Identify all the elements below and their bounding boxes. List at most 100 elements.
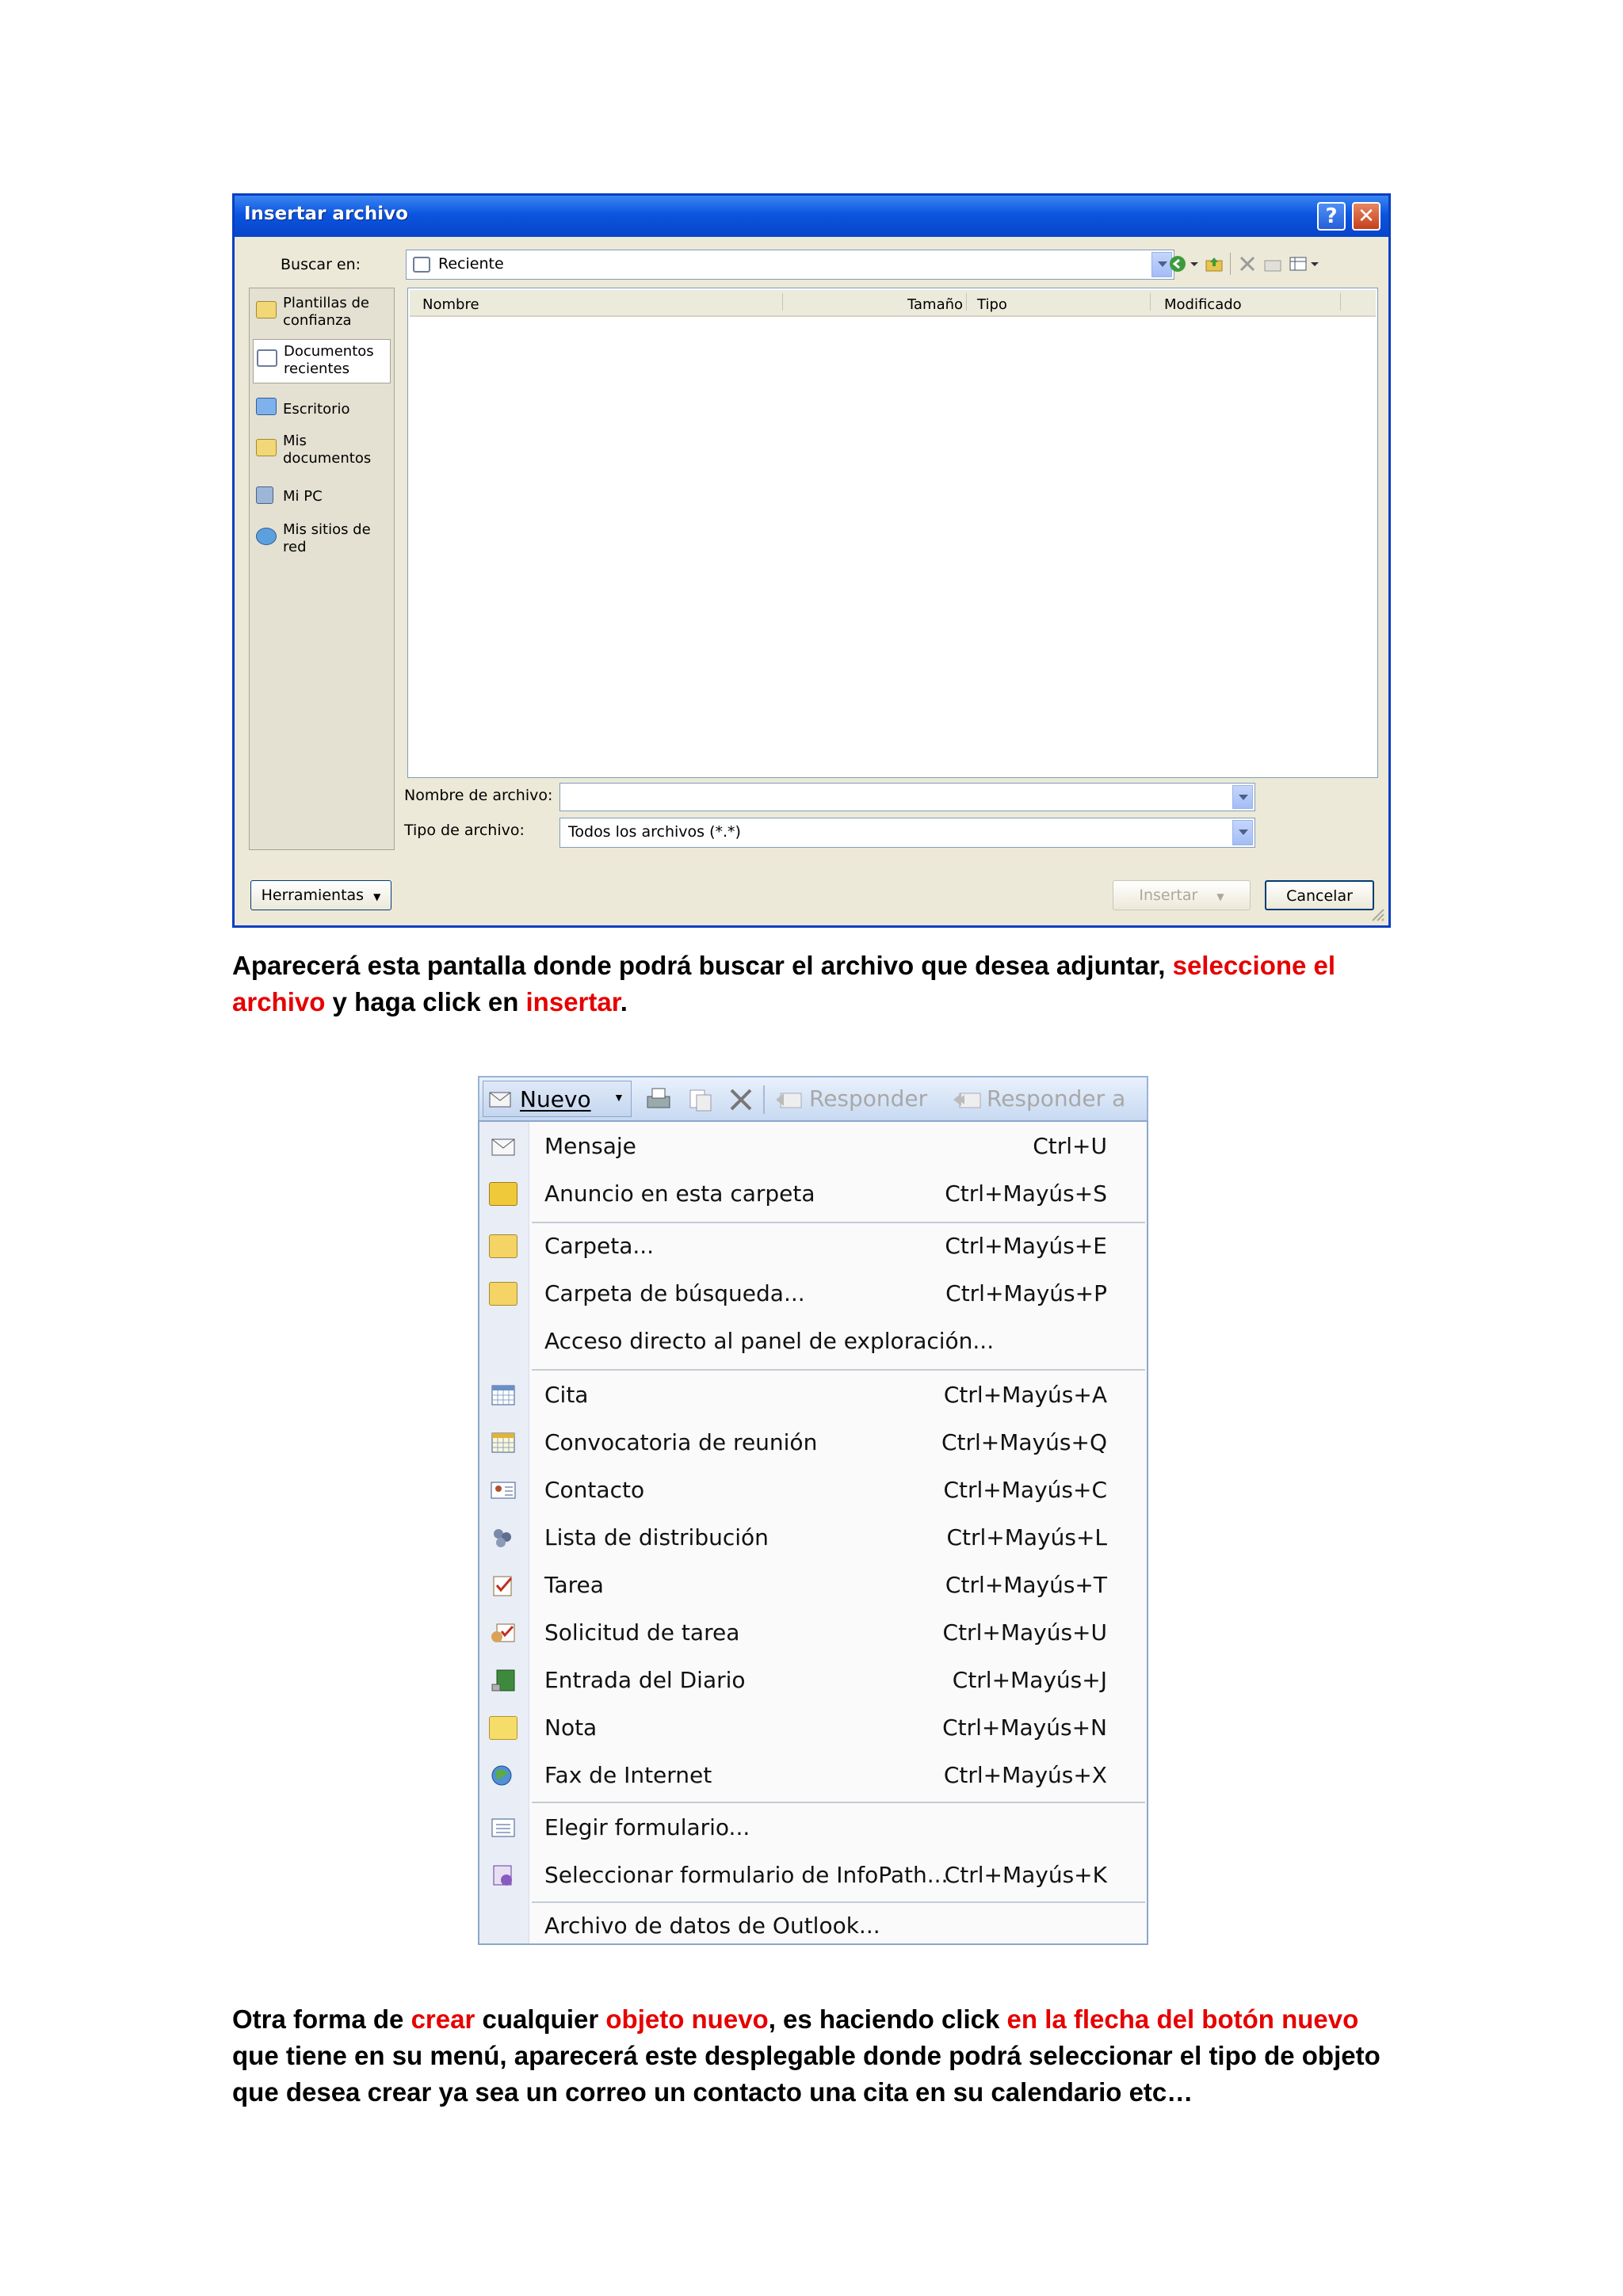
column-header-type[interactable]: Tipo <box>977 296 1007 313</box>
new-dropdown-menu: Mensaje Ctrl+U Anuncio en esta carpeta C… <box>478 1120 1148 1945</box>
menu-item-task-request[interactable]: Solicitud de tarea Ctrl+Mayús+U <box>479 1610 1147 1656</box>
menu-item-shortcut: Ctrl+Mayús+U <box>942 1619 1107 1646</box>
menu-item-shortcut: Ctrl+Mayús+Q <box>941 1429 1107 1455</box>
filetype-value: Todos los archivos (*.*) <box>568 823 741 841</box>
menu-item-navigation-shortcut[interactable]: Acceso directo al panel de exploración..… <box>479 1318 1147 1364</box>
filename-label: Nombre de archivo: <box>404 787 553 804</box>
menu-item-task[interactable]: Tarea Ctrl+Mayús+T <box>479 1562 1147 1608</box>
menu-item-label: Mensaje <box>544 1133 636 1159</box>
menu-item-choose-form[interactable]: Elegir formulario... <box>479 1805 1147 1851</box>
new-folder-icon[interactable] <box>1263 254 1282 273</box>
file-list[interactable]: Nombre Tamaño Tipo Modificado <box>407 288 1378 778</box>
place-desktop[interactable]: Escritorio <box>253 390 391 434</box>
chevron-down-icon[interactable] <box>1309 254 1320 273</box>
delete-icon[interactable] <box>727 1085 755 1114</box>
menu-item-internet-fax[interactable]: Fax de Internet Ctrl+Mayús+X <box>479 1753 1147 1798</box>
column-divider[interactable] <box>1150 293 1151 311</box>
menu-item-appointment[interactable]: Cita Ctrl+Mayús+A <box>479 1372 1147 1418</box>
place-network-places[interactable]: Mis sitios de red <box>253 518 391 563</box>
place-label: Mis documentos <box>283 433 372 467</box>
network-places-icon <box>256 528 277 545</box>
menu-item-contact[interactable]: Contacto Ctrl+Mayús+C <box>479 1467 1147 1513</box>
insert-button[interactable]: Insertar ▼ <box>1113 880 1251 910</box>
contact-icon <box>491 1482 516 1499</box>
menu-item-note[interactable]: Nota Ctrl+Mayús+N <box>479 1705 1147 1751</box>
menu-item-label: Acceso directo al panel de exploración..… <box>544 1328 995 1354</box>
reply-all-icon[interactable] <box>952 1085 983 1114</box>
menu-separator <box>532 1802 1145 1803</box>
folder-icon <box>489 1234 517 1258</box>
column-divider[interactable] <box>966 293 967 311</box>
place-recent-documents[interactable]: Documentos recientes <box>253 339 391 383</box>
column-header-modified[interactable]: Modificado <box>1164 296 1242 313</box>
menu-item-distribution-list[interactable]: Lista de distribución Ctrl+Mayús+L <box>479 1515 1147 1561</box>
look-in-select[interactable]: Reciente <box>406 250 1174 280</box>
menu-item-journal-entry[interactable]: Entrada del Diario Ctrl+Mayús+J <box>479 1657 1147 1703</box>
menu-item-label: Solicitud de tarea <box>544 1619 740 1646</box>
views-icon[interactable] <box>1289 254 1308 273</box>
look-in-value: Reciente <box>438 255 504 273</box>
filename-input[interactable] <box>559 783 1255 811</box>
appointment-icon <box>491 1385 515 1405</box>
new-button[interactable]: Nuevo ▼ <box>483 1081 632 1117</box>
menu-item-label: Carpeta... <box>544 1233 655 1259</box>
place-label: Documentos recientes <box>284 343 374 377</box>
chevron-down-icon: ▼ <box>373 891 381 902</box>
print-icon[interactable] <box>644 1085 673 1114</box>
menu-item-search-folder[interactable]: Carpeta de búsqueda... Ctrl+Mayús+P <box>479 1271 1147 1317</box>
chevron-down-icon[interactable] <box>1232 785 1253 809</box>
menu-item-shortcut: Ctrl+Mayús+N <box>942 1714 1107 1741</box>
delete-icon[interactable] <box>1238 254 1257 273</box>
menu-item-shortcut: Ctrl+Mayús+A <box>943 1382 1107 1408</box>
menu-item-infopath-form[interactable]: Seleccionar formulario de InfoPath... Ct… <box>479 1852 1147 1898</box>
my-computer-icon <box>256 486 273 504</box>
reply-button-label[interactable]: Responder <box>809 1085 927 1112</box>
place-trusted-templates[interactable]: Plantillas de confianza <box>253 292 391 336</box>
column-divider[interactable] <box>782 293 783 311</box>
menu-item-shortcut: Ctrl+Mayús+K <box>944 1862 1107 1888</box>
file-list-header: Nombre Tamaño Tipo Modificado <box>410 290 1376 317</box>
dialog-titlebar[interactable]: Insertar archivo ? ✕ <box>235 196 1388 237</box>
up-folder-icon[interactable] <box>1205 254 1224 273</box>
chevron-down-icon[interactable] <box>1189 254 1200 273</box>
outlook-toolbar: Nuevo ▼ Responder Responder a <box>478 1076 1148 1122</box>
place-my-documents[interactable]: Mis documentos <box>253 429 391 474</box>
cancel-button[interactable]: Cancelar <box>1265 880 1374 910</box>
menu-item-folder[interactable]: Carpeta... Ctrl+Mayús+E <box>479 1223 1147 1269</box>
instruction-paragraph-1: Aparecerá esta pantalla donde podrá busc… <box>232 951 1336 1016</box>
post-icon <box>489 1182 517 1206</box>
column-divider[interactable] <box>1340 293 1341 311</box>
folder-icon <box>256 301 277 318</box>
menu-item-label: Cita <box>544 1382 589 1408</box>
close-button[interactable]: ✕ <box>1352 202 1381 231</box>
menu-item-meeting-request[interactable]: Convocatoria de reunión Ctrl+Mayús+Q <box>479 1420 1147 1466</box>
tools-button[interactable]: Herramientas ▼ <box>250 880 391 910</box>
filetype-select[interactable]: Todos los archivos (*.*) <box>559 818 1255 848</box>
chevron-down-icon[interactable] <box>1232 820 1253 845</box>
chevron-down-icon[interactable]: ▼ <box>613 1091 624 1104</box>
menu-item-shortcut: Ctrl+Mayús+C <box>943 1477 1107 1503</box>
message-icon <box>491 1138 515 1156</box>
column-header-size[interactable]: Tamaño <box>907 296 963 313</box>
new-button-label: Nuevo <box>520 1086 591 1112</box>
column-header-name[interactable]: Nombre <box>422 296 479 313</box>
menu-item-outlook-data-file[interactable]: Archivo de datos de Outlook... <box>479 1903 1147 1949</box>
note-icon <box>489 1716 517 1740</box>
tools-button-label: Herramientas <box>261 887 365 904</box>
menu-item-post[interactable]: Anuncio en esta carpeta Ctrl+Mayús+S <box>479 1171 1147 1217</box>
move-to-folder-icon[interactable] <box>685 1085 714 1114</box>
form-icon <box>491 1818 515 1837</box>
toolbar-divider <box>763 1085 765 1114</box>
menu-item-message[interactable]: Mensaje Ctrl+U <box>479 1123 1147 1169</box>
meeting-icon <box>491 1432 515 1453</box>
reply-icon[interactable] <box>773 1085 804 1114</box>
help-button[interactable]: ? <box>1317 202 1346 231</box>
menu-item-label: Seleccionar formulario de InfoPath... <box>544 1862 949 1888</box>
instruction-paragraph-2: Otra forma de crear cualquier objeto nue… <box>232 2004 1381 2107</box>
resize-grip-icon[interactable] <box>1369 906 1385 922</box>
toolbar-divider <box>1230 253 1231 275</box>
back-icon[interactable] <box>1168 254 1187 273</box>
reply-all-button-label[interactable]: Responder a <box>987 1085 1125 1112</box>
menu-item-shortcut: Ctrl+Mayús+X <box>943 1762 1107 1788</box>
filetype-label: Tipo de archivo: <box>404 822 525 839</box>
